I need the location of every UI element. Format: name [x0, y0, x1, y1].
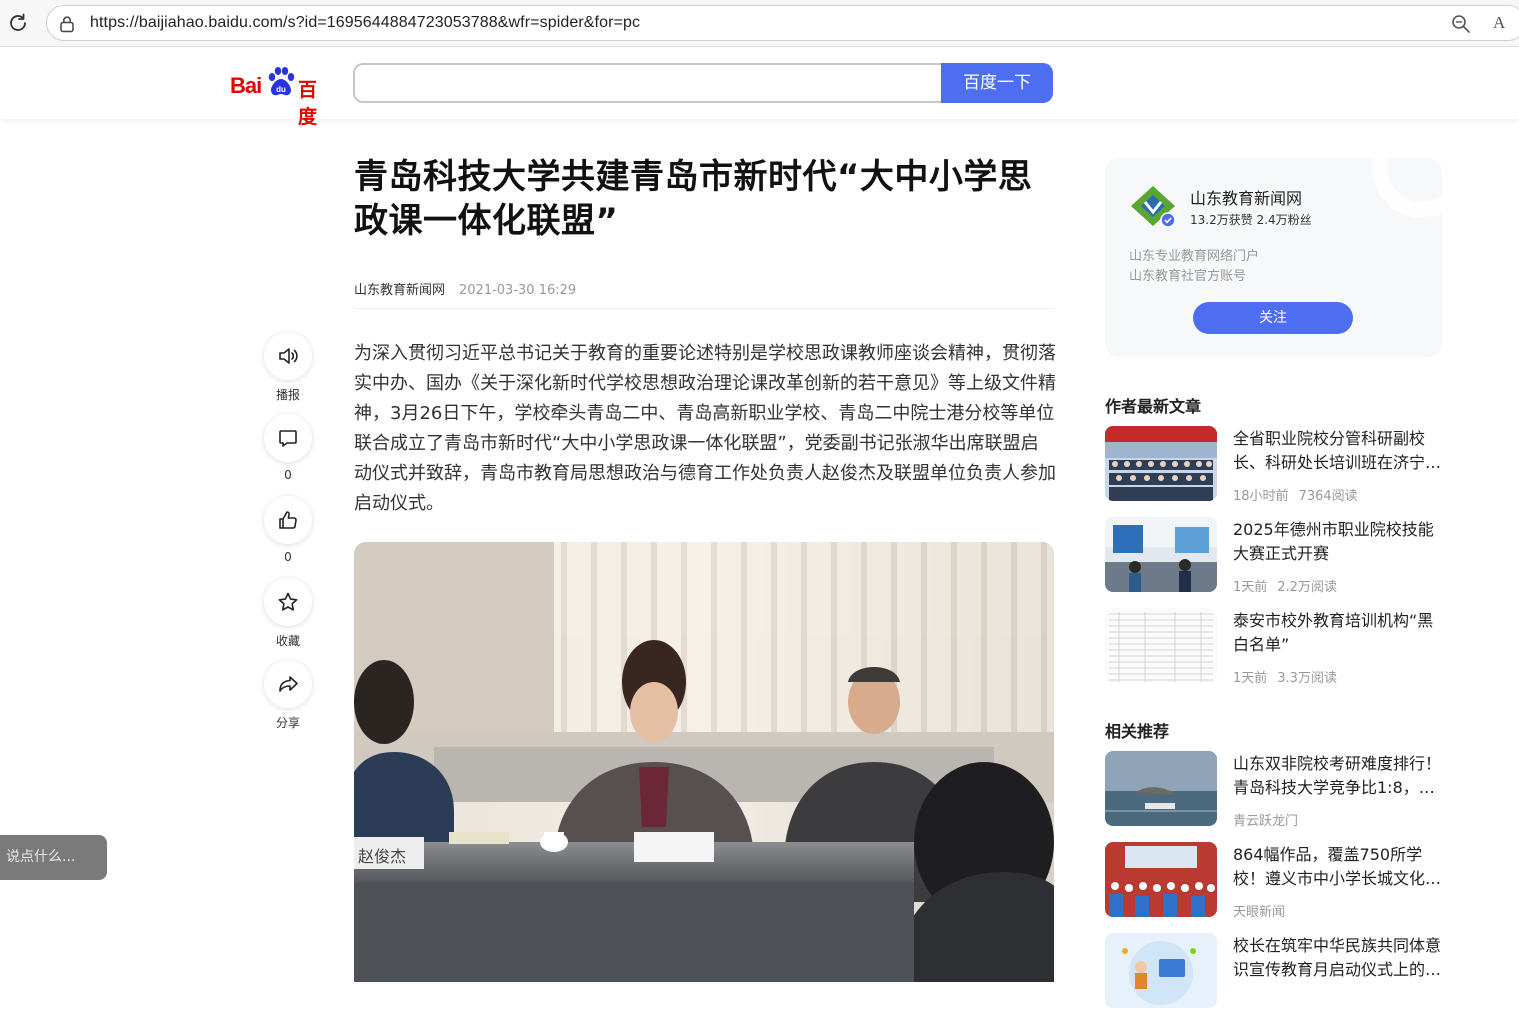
list-item-meta: 1天前 3.3万阅读 — [1233, 667, 1337, 686]
list-item[interactable]: 校长在筑牢中华民族共同体意识宣传教育月启动仪式上的… — [1105, 933, 1450, 1009]
list-item-title[interactable]: 泰安市校外教育培训机构“黑白名单” — [1233, 609, 1447, 657]
article-thumbnail[interactable] — [1105, 608, 1217, 683]
latest-articles-title: 作者最新文章 — [1105, 397, 1202, 416]
author-avatar[interactable] — [1127, 180, 1179, 232]
like-button[interactable]: 0 — [264, 496, 312, 564]
list-item[interactable]: 864幅作品，覆盖750所学校！遵义市中小学长城文化… 天眼新闻 — [1105, 842, 1450, 920]
list-item-title[interactable]: 山东双非院校考研难度排行！青岛科技大学竞争比1:8，… — [1233, 752, 1447, 800]
list-item-title[interactable]: 2025年德州市职业院校技能大赛正式开赛 — [1233, 518, 1447, 566]
author-desc-line: 山东专业教育网络门户 — [1129, 249, 1260, 264]
like-count: 0 — [284, 550, 292, 564]
speaker-icon — [279, 348, 298, 364]
collect-button[interactable]: 收藏 — [264, 578, 312, 649]
list-item-title[interactable]: 864幅作品，覆盖750所学校！遵义市中小学长城文化… — [1233, 843, 1447, 891]
collect-label: 收藏 — [275, 634, 300, 648]
comment-count: 0 — [284, 468, 292, 482]
list-item[interactable]: 2025年德州市职业院校技能大赛正式开赛 1天前 2.2万阅读 — [1105, 517, 1450, 595]
star-icon — [278, 592, 298, 611]
card-decoration — [1372, 158, 1442, 218]
reload-icon[interactable] — [6, 11, 30, 35]
listen-button[interactable]: 播报 — [264, 332, 312, 403]
related-title: 相关推荐 — [1105, 722, 1170, 741]
meeting-photo-illustration: 赵俊杰 — [354, 542, 1054, 982]
article-date: 2021-03-30 16:29 — [459, 283, 577, 298]
list-item-time: 18小时前 — [1233, 489, 1289, 504]
svg-text:du: du — [276, 85, 286, 94]
article-meta: 山东教育新闻网 2021-03-30 16:29 — [354, 279, 576, 298]
author-description: 山东专业教育网络门户 山东教育社官方账号 — [1129, 247, 1259, 287]
verified-badge-icon — [1160, 212, 1176, 228]
author-name[interactable]: 山东教育新闻网 — [1190, 185, 1302, 209]
article-photo: 赵俊杰 — [354, 542, 1054, 982]
list-item-reads: 3.3万阅读 — [1277, 671, 1337, 686]
read-aloud-icon[interactable]: A — [1493, 13, 1515, 35]
share-label: 分享 — [275, 716, 300, 730]
list-item-time: 1天前 — [1233, 671, 1268, 686]
article-paragraph: 为深入贯彻习近平总书记关于教育的重要论述特别是学校思政课教师座谈会精神，贯彻落实… — [354, 343, 1056, 514]
baidu-logo[interactable]: Bai du 百度 — [230, 65, 334, 128]
list-item-meta: 1天前 2.2万阅读 — [1233, 576, 1337, 595]
author-desc-line: 山东教育社官方账号 — [1129, 269, 1247, 284]
list-item-reads: 7364阅读 — [1298, 489, 1358, 504]
comment-icon — [279, 430, 297, 447]
paw-icon: du — [268, 67, 295, 96]
article-thumbnail[interactable] — [1105, 426, 1217, 501]
logo-cn: 百度 — [298, 79, 318, 128]
follow-button[interactable]: 关注 — [1193, 302, 1353, 334]
list-item-meta: 天眼新闻 — [1233, 901, 1285, 920]
list-item-meta: 18小时前 7364阅读 — [1233, 485, 1358, 504]
article-thumbnail[interactable] — [1105, 842, 1217, 917]
article-thumbnail[interactable] — [1105, 751, 1217, 826]
comment-input[interactable]: 说点什么... — [0, 835, 107, 880]
site-header: Bai du 百度 百度一下 — [0, 47, 1519, 128]
thumbs-up-icon — [279, 511, 297, 529]
browser-toolbar: https://baijiahao.baidu.com/s?id=1695644… — [0, 0, 1519, 47]
zoom-icon[interactable] — [1451, 14, 1471, 34]
article-source[interactable]: 山东教育新闻网 — [354, 283, 445, 298]
list-item-source: 天眼新闻 — [1233, 905, 1286, 920]
comment-button[interactable]: 0 — [264, 414, 312, 482]
author-card: 山东教育新闻网 13.2万获赞 2.4万粉丝 山东专业教育网络门户 山东教育社官… — [1105, 158, 1442, 357]
list-item-title[interactable]: 校长在筑牢中华民族共同体意识宣传教育月启动仪式上的… — [1233, 934, 1447, 982]
divider — [354, 308, 1054, 309]
author-stats: 13.2万获赞 2.4万粉丝 — [1190, 213, 1312, 227]
share-button[interactable]: 分享 — [264, 660, 312, 731]
article-thumbnail[interactable] — [1105, 933, 1217, 1008]
listen-label: 播报 — [275, 388, 300, 402]
list-item-time: 1天前 — [1233, 580, 1268, 595]
list-item-reads: 2.2万阅读 — [1277, 580, 1337, 595]
lock-icon[interactable] — [59, 15, 75, 33]
list-item[interactable]: 泰安市校外教育培训机构“黑白名单” 1天前 3.3万阅读 — [1105, 608, 1450, 686]
list-item[interactable]: 山东双非院校考研难度排行！青岛科技大学竞争比1:8，… 青云跃龙门 — [1105, 751, 1450, 829]
list-item-meta: 青云跃龙门 — [1233, 810, 1298, 829]
logo-latin: Bai — [230, 73, 262, 98]
list-item-source: 青云跃龙门 — [1233, 814, 1299, 829]
list-item[interactable]: 全省职业院校分管科研副校长、科研处长培训班在济宁… 18小时前 7364阅读 — [1105, 426, 1450, 504]
article-title: 青岛科技大学共建青岛市新时代“大中小学思政课一体化联盟” — [354, 157, 1033, 241]
photo-nameplate-text: 赵俊杰 — [358, 847, 406, 866]
url-text[interactable]: https://baijiahao.baidu.com/s?id=1695644… — [90, 14, 640, 32]
list-item-title[interactable]: 全省职业院校分管科研副校长、科研处长培训班在济宁… — [1233, 427, 1447, 475]
search-input[interactable] — [353, 63, 943, 103]
share-icon — [279, 676, 298, 692]
search-button[interactable]: 百度一下 — [941, 63, 1053, 103]
article-thumbnail[interactable] — [1105, 517, 1217, 592]
address-bar[interactable]: https://baijiahao.baidu.com/s?id=1695644… — [46, 5, 1519, 41]
